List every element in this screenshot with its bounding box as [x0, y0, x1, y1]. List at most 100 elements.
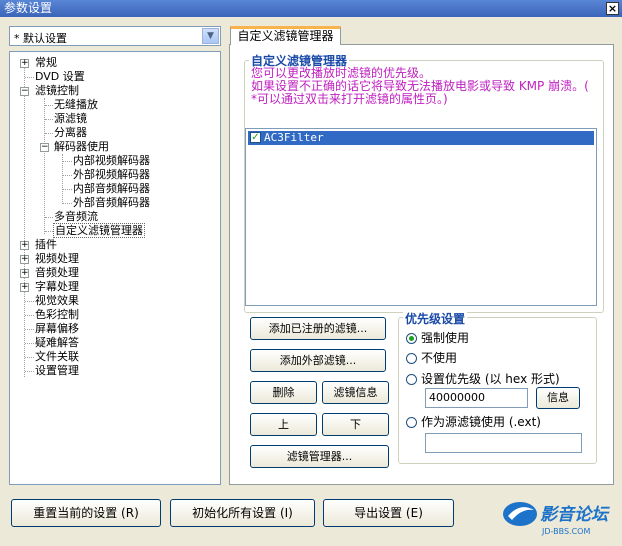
- tree-item-external-video-decoder[interactable]: 外部视频解码器: [72, 168, 151, 182]
- delete-button[interactable]: 删除: [250, 381, 317, 404]
- tree-line: [25, 301, 34, 302]
- expand-icon[interactable]: +: [20, 241, 29, 250]
- tree-item-internal-audio-decoder[interactable]: 内部音频解码器: [72, 182, 151, 196]
- tree-item-general[interactable]: 常规: [34, 56, 58, 70]
- tree-item-custom-filter-manager[interactable]: 自定义滤镜管理器: [53, 223, 145, 238]
- radio-label: 不使用: [421, 351, 458, 365]
- tree-item-multi-audio[interactable]: 多音频流: [53, 210, 99, 224]
- tree-item-visual-effects[interactable]: 视觉效果: [34, 294, 80, 308]
- tree-item-label: 滤镜控制: [35, 84, 79, 97]
- radio-force-use[interactable]: 强制使用: [406, 331, 469, 345]
- tree-line: [63, 189, 72, 190]
- move-down-button[interactable]: 下: [322, 413, 389, 436]
- list-item[interactable]: ✓ AC3Filter: [248, 131, 594, 145]
- tree-item-label: 色彩控制: [35, 308, 79, 321]
- collapse-icon[interactable]: −: [40, 143, 49, 152]
- filter-manager-button[interactable]: 滤镜管理器...: [250, 445, 389, 468]
- tree-line: [25, 77, 34, 78]
- tree-item-label: 插件: [35, 238, 57, 251]
- add-registered-filter-button[interactable]: 添加已注册的滤镜...: [250, 317, 386, 340]
- expand-icon[interactable]: +: [20, 59, 29, 68]
- tree-item-internal-video-decoder[interactable]: 内部视频解码器: [72, 154, 151, 168]
- filter-checkbox[interactable]: ✓: [250, 132, 261, 143]
- priority-hex-input[interactable]: 40000000: [425, 388, 528, 408]
- expand-icon[interactable]: +: [20, 283, 29, 292]
- tree-line: [45, 217, 53, 218]
- tree-item-label: 常规: [35, 56, 57, 69]
- tree-line: [63, 203, 72, 204]
- tree-item-plugins[interactable]: 插件: [34, 238, 58, 252]
- expand-icon[interactable]: +: [20, 255, 29, 264]
- radio-icon: [406, 374, 417, 385]
- tree-line: [24, 64, 25, 377]
- tree-item-source-filter[interactable]: 源滤镜: [53, 112, 88, 126]
- tree-item-color-control[interactable]: 色彩控制: [34, 308, 80, 322]
- logo-url: JD-BBS.COM: [541, 527, 590, 536]
- export-settings-button[interactable]: 导出设置 (E): [323, 499, 454, 527]
- tree-item-subtitle-processing[interactable]: 字幕处理: [34, 280, 80, 294]
- tree-line: [25, 329, 34, 330]
- radio-label: 强制使用: [421, 331, 470, 345]
- add-external-filter-button[interactable]: 添加外部滤镜...: [250, 349, 386, 372]
- initialize-all-button[interactable]: 初始化所有设置 (I): [170, 499, 315, 527]
- radio-label: 设置优先级 (以 hex 形式): [421, 372, 560, 386]
- tree-item-label: 无缝播放: [54, 98, 98, 111]
- tree-item-label: 疑难解答: [35, 336, 79, 349]
- settings-tree[interactable]: + − − + + + + 常规 DVD 设置 滤镜控制 无缝播放 源滤镜 分离…: [9, 51, 221, 485]
- tree-item-filter-control[interactable]: 滤镜控制: [34, 84, 80, 98]
- radio-selected-icon: [406, 333, 417, 344]
- radio-icon: [406, 417, 417, 428]
- tree-item-video-processing[interactable]: 视频处理: [34, 252, 80, 266]
- preset-dropdown[interactable]: * 默认设置 ▼: [9, 26, 221, 46]
- filter-name: AC3Filter: [264, 131, 324, 144]
- move-up-button[interactable]: 上: [250, 413, 317, 436]
- tree-item-label: 音频处理: [35, 266, 79, 279]
- priority-info-button[interactable]: 信息: [536, 387, 580, 409]
- tree-line: [63, 161, 72, 162]
- radio-icon: [406, 353, 417, 364]
- tree-item-seamless[interactable]: 无缝播放: [53, 98, 99, 112]
- forum-logo: 影音论坛 JD-BBS.COM: [500, 494, 622, 543]
- collapse-icon[interactable]: −: [20, 87, 29, 96]
- tree-item-dvd[interactable]: DVD 设置: [34, 70, 86, 84]
- filter-list[interactable]: ✓ AC3Filter: [245, 128, 597, 306]
- tree-item-decoder-usage[interactable]: 解码器使用: [53, 140, 110, 154]
- filter-info-button[interactable]: 滤镜信息: [322, 381, 389, 404]
- tree-item-label: 外部视频解码器: [73, 168, 150, 181]
- reset-settings-button[interactable]: 重置当前的设置 (R): [11, 499, 161, 527]
- tree-line: [45, 231, 53, 232]
- close-button[interactable]: ×: [606, 2, 619, 15]
- tree-item-label: 设置管理: [35, 364, 79, 377]
- tab-custom-filter-manager[interactable]: 自定义滤镜管理器: [230, 26, 341, 45]
- tree-line: [25, 357, 34, 358]
- priority-group-title: 优先级设置: [403, 310, 468, 327]
- tree-line: [45, 133, 53, 134]
- chevron-down-icon[interactable]: ▼: [202, 28, 219, 44]
- radio-set-priority[interactable]: 设置优先级 (以 hex 形式): [406, 372, 560, 386]
- radio-as-source-filter[interactable]: 作为源滤镜使用 (.ext): [406, 415, 541, 429]
- tree-item-label: 自定义滤镜管理器: [53, 223, 145, 238]
- tree-line: [45, 105, 53, 106]
- source-ext-input[interactable]: [425, 433, 582, 453]
- expand-icon[interactable]: +: [20, 269, 29, 278]
- tree-item-label: 内部音频解码器: [73, 182, 150, 195]
- tree-item-settings-management[interactable]: 设置管理: [34, 364, 80, 378]
- tree-item-screen-offset[interactable]: 屏幕偏移: [34, 322, 80, 336]
- tree-item-audio-processing[interactable]: 音频处理: [34, 266, 80, 280]
- filter-manager-description: 您可以更改播放时滤镜的优先级。 如果设置不正确的话它将导致无法播放电影或导致 K…: [251, 67, 589, 106]
- preset-value: * 默认设置: [14, 32, 67, 45]
- close-icon: ×: [607, 2, 618, 15]
- tree-item-label: 源滤镜: [54, 112, 87, 125]
- description-line: *可以通过双击来打开滤镜的属性页。): [251, 92, 448, 106]
- logo-text: 影音论坛: [540, 505, 610, 525]
- tree-item-file-association[interactable]: 文件关联: [34, 350, 80, 364]
- radio-not-use[interactable]: 不使用: [406, 351, 457, 365]
- tree-item-label: 外部音频解码器: [73, 196, 150, 209]
- tree-item-splitter[interactable]: 分离器: [53, 126, 88, 140]
- logo-mark-icon: 影音论坛 JD-BBS.COM: [503, 502, 610, 536]
- tree-item-label: 多音频流: [54, 210, 98, 223]
- tree-line: [63, 175, 72, 176]
- tree-item-troubleshooting[interactable]: 疑难解答: [34, 336, 80, 350]
- tree-item-label: 文件关联: [35, 350, 79, 363]
- tree-item-external-audio-decoder[interactable]: 外部音频解码器: [72, 196, 151, 210]
